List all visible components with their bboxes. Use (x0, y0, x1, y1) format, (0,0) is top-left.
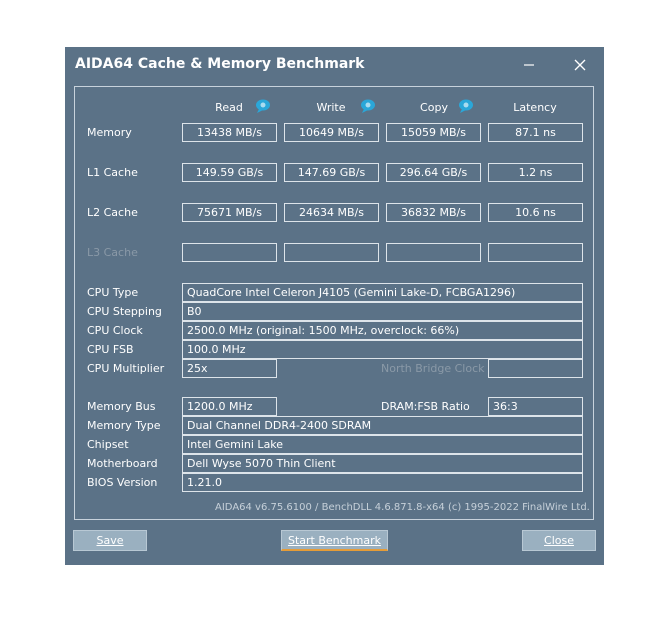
cpu-fsb-value: 100.0 MHz (182, 340, 583, 359)
dram-fsb-ratio-value: 36:3 (488, 397, 583, 416)
memory-write-value: 10649 MB/s (284, 123, 379, 142)
version-footer: AIDA64 v6.75.6100 / BenchDLL 4.6.871.8-x… (215, 502, 590, 513)
column-header-copy: Copy (420, 101, 448, 114)
l1-cache-label: L1 Cache (87, 166, 138, 179)
l1-read-value: 149.59 GB/s (182, 163, 277, 182)
l1-write-value: 147.69 GB/s (284, 163, 379, 182)
l2-latency-value: 10.6 ns (488, 203, 583, 222)
cpu-stepping-value: B0 (182, 302, 583, 321)
memory-bus-label: Memory Bus (87, 400, 156, 413)
l2-copy-value: 36832 MB/s (386, 203, 481, 222)
l2-read-value: 75671 MB/s (182, 203, 277, 222)
window-title: AIDA64 Cache & Memory Benchmark (75, 56, 365, 72)
save-button[interactable]: Save (73, 530, 147, 551)
title-bar: AIDA64 Cache & Memory Benchmark (65, 47, 604, 83)
column-header-read: Read (215, 101, 243, 114)
cpu-multiplier-label: CPU Multiplier (87, 362, 165, 375)
memory-latency-value: 87.1 ns (488, 123, 583, 142)
minimize-button[interactable] (516, 54, 542, 76)
speech-bubble-icon[interactable] (458, 99, 474, 113)
l3-cache-label: L3 Cache (87, 246, 138, 259)
chipset-label: Chipset (87, 438, 129, 451)
motherboard-label: Motherboard (87, 457, 158, 470)
memory-type-label: Memory Type (87, 419, 161, 432)
l3-latency-value (488, 243, 583, 262)
memory-copy-value: 15059 MB/s (386, 123, 481, 142)
cpu-clock-value: 2500.0 MHz (original: 1500 MHz, overcloc… (182, 321, 583, 340)
cpu-multiplier-value: 25x (182, 359, 277, 378)
memory-bus-value: 1200.0 MHz (182, 397, 277, 416)
l3-write-value (284, 243, 379, 262)
north-bridge-clock-label: North Bridge Clock (381, 362, 485, 375)
cpu-type-label: CPU Type (87, 286, 139, 299)
l3-read-value (182, 243, 277, 262)
cpu-type-value: QuadCore Intel Celeron J4105 (Gemini Lak… (182, 283, 583, 302)
memory-label: Memory (87, 126, 132, 139)
dram-fsb-ratio-label: DRAM:FSB Ratio (381, 400, 470, 413)
close-icon (574, 59, 586, 71)
benchmark-window: AIDA64 Cache & Memory Benchmark Read Wri… (65, 47, 604, 565)
l1-copy-value: 296.64 GB/s (386, 163, 481, 182)
bios-version-value: 1.21.0 (182, 473, 583, 492)
memory-read-value: 13438 MB/s (182, 123, 277, 142)
l2-cache-label: L2 Cache (87, 206, 138, 219)
speech-bubble-icon[interactable] (360, 99, 376, 113)
speech-bubble-icon[interactable] (255, 99, 271, 113)
cpu-stepping-label: CPU Stepping (87, 305, 162, 318)
cpu-clock-label: CPU Clock (87, 324, 143, 337)
start-benchmark-button[interactable]: Start Benchmark (281, 530, 388, 551)
north-bridge-clock-value (488, 359, 583, 378)
l1-latency-value: 1.2 ns (488, 163, 583, 182)
close-button[interactable]: Close (522, 530, 596, 551)
l3-copy-value (386, 243, 481, 262)
chipset-value: Intel Gemini Lake (182, 435, 583, 454)
bios-version-label: BIOS Version (87, 476, 158, 489)
column-header-latency: Latency (513, 101, 557, 114)
motherboard-value: Dell Wyse 5070 Thin Client (182, 454, 583, 473)
l2-write-value: 24634 MB/s (284, 203, 379, 222)
benchmark-panel: Read Write Copy Latency Memory 13438 MB/… (74, 86, 594, 520)
close-window-button[interactable] (567, 54, 593, 76)
cpu-fsb-label: CPU FSB (87, 343, 134, 356)
memory-type-value: Dual Channel DDR4-2400 SDRAM (182, 416, 583, 435)
minimize-icon (524, 64, 534, 66)
column-header-write: Write (316, 101, 346, 114)
